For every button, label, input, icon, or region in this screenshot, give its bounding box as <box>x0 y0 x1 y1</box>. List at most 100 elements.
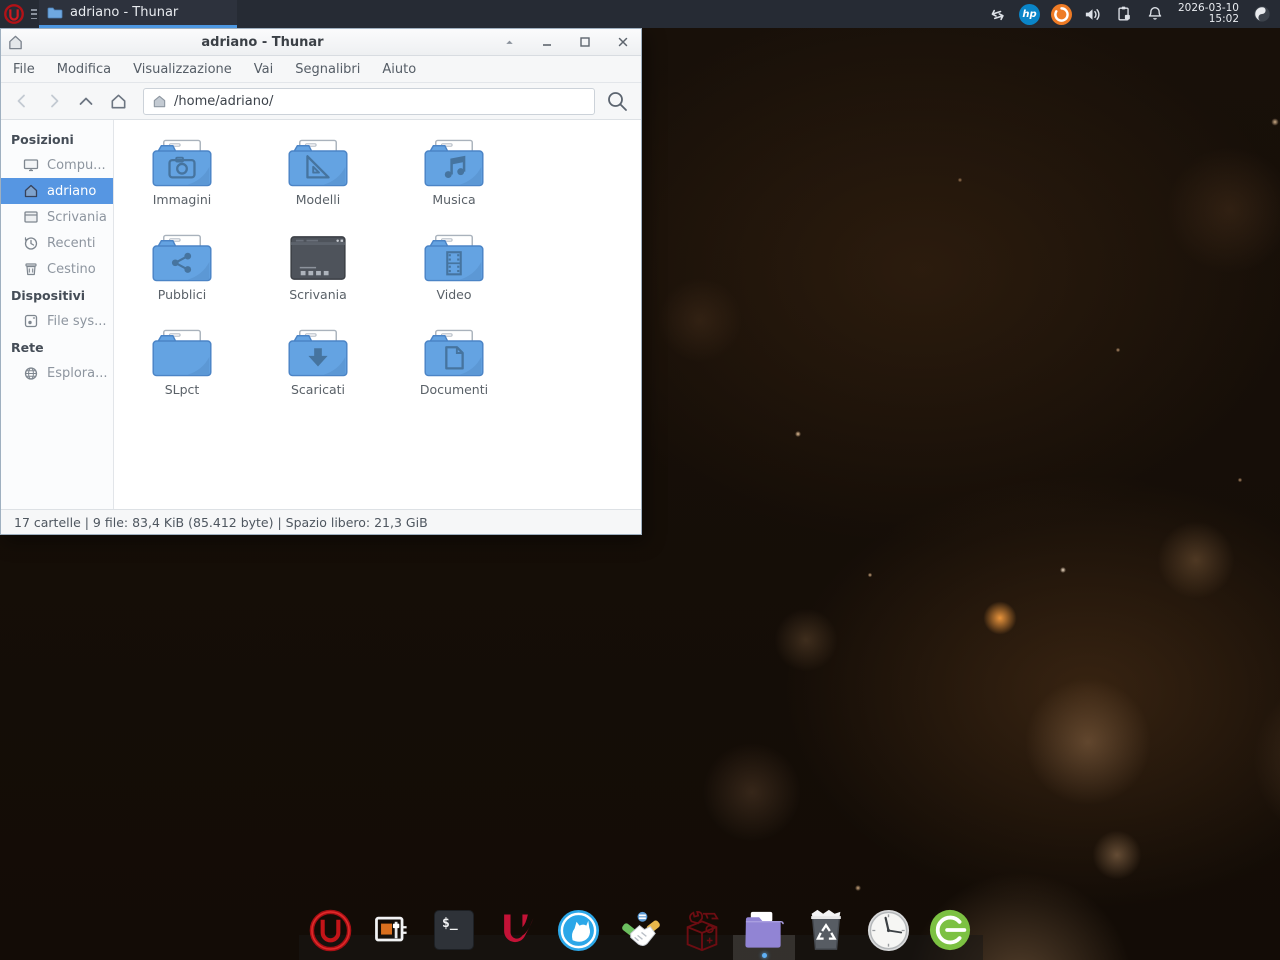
dock-item-trash[interactable] <box>795 900 857 960</box>
maximize-button[interactable] <box>577 34 593 50</box>
dock-item-clock[interactable] <box>857 900 919 960</box>
update-icon[interactable] <box>1051 4 1072 25</box>
back-button[interactable] <box>9 88 35 114</box>
folder-template-icon <box>287 139 349 187</box>
top-panel: adriano - Thunar hp <box>0 0 1280 28</box>
dock-item-wolf-browser[interactable] <box>547 900 609 960</box>
path-bar[interactable]: /home/adriano/ <box>143 88 595 115</box>
hp-icon[interactable]: hp <box>1019 4 1040 25</box>
up-button[interactable] <box>73 88 99 114</box>
menu-modifica[interactable]: Modifica <box>57 62 111 77</box>
file-manager-icon <box>742 908 787 953</box>
sidebar-item-adriano[interactable]: adriano <box>1 178 113 204</box>
sidebar-item-esplora[interactable]: Esplora... <box>1 360 113 386</box>
thunar-window: adriano - Thunar File Modifica Visualizz… <box>0 28 642 535</box>
sidebar-item-computer[interactable]: Compu... <box>1 152 113 178</box>
sidebar: Posizioni Compu... adriano <box>1 120 114 509</box>
volume-icon[interactable] <box>1083 4 1103 24</box>
computer-icon <box>23 157 39 173</box>
folder-label: Pubblici <box>158 287 206 302</box>
home-button[interactable] <box>105 88 131 114</box>
folder-slpct[interactable]: SLpct <box>114 322 250 417</box>
taskbar-window-button[interactable]: adriano - Thunar <box>39 0 237 28</box>
sidebar-item-cestino[interactable]: Cestino <box>1 256 113 282</box>
dock-item-logout[interactable] <box>919 900 981 960</box>
trash-icon <box>23 261 39 277</box>
sidebar-header-dispositivi: Dispositivi <box>1 282 113 308</box>
sidebar-item-filesystem[interactable]: File sys... <box>1 308 113 334</box>
taskbar-window-title: adriano - Thunar <box>70 5 178 20</box>
menu-file[interactable]: File <box>13 62 35 77</box>
menu-visualizzazione[interactable]: Visualizzazione <box>133 62 232 77</box>
shade-button[interactable] <box>501 34 517 50</box>
folder-music-icon <box>423 139 485 187</box>
menu-aiuto[interactable]: Aiuto <box>382 62 416 77</box>
folder-share-icon <box>151 234 213 282</box>
system-tray: hp <box>988 3 1280 26</box>
dock-item-handshake[interactable] <box>609 900 671 960</box>
dock-item-terminal[interactable]: $_ <box>423 900 485 960</box>
folder-modelli[interactable]: Modelli <box>250 132 386 227</box>
sidebar-item-scrivania[interactable]: Scrivania <box>1 204 113 230</box>
folder-documenti[interactable]: Documenti <box>386 322 522 417</box>
search-button[interactable] <box>601 86 633 116</box>
window-title: adriano - Thunar <box>24 35 501 50</box>
panel-clock[interactable]: 2026-03-10 15:02 <box>1176 3 1241 26</box>
clipboard-icon[interactable] <box>1114 4 1134 24</box>
folder-pubblici[interactable]: Pubblici <box>114 227 250 322</box>
bell-icon[interactable] <box>1145 4 1165 24</box>
dock-item-panel-settings[interactable] <box>361 900 423 960</box>
folder-download-icon <box>287 329 349 377</box>
folder-label: Modelli <box>296 192 340 207</box>
folder-scrivania[interactable]: Scrivania <box>250 227 386 322</box>
dock-item-slackel[interactable] <box>299 900 361 960</box>
search-icon <box>605 89 629 113</box>
forward-button[interactable] <box>41 88 67 114</box>
menu-segnalibri[interactable]: Segnalibri <box>295 62 360 77</box>
folder-film-icon <box>423 234 485 282</box>
folder-musica[interactable]: Musica <box>386 132 522 227</box>
trash-full-icon <box>804 908 848 952</box>
desktop-icon <box>23 209 39 225</box>
minimize-button[interactable] <box>539 34 555 50</box>
logout-icon <box>928 908 972 952</box>
folder-label: Musica <box>432 192 475 207</box>
sidebar-item-label: Compu... <box>47 158 106 173</box>
panel-handle-icon[interactable] <box>29 6 39 22</box>
window-titlebar[interactable]: adriano - Thunar <box>1 29 641 56</box>
path-text: /home/adriano/ <box>174 94 273 109</box>
folder-label: Scrivania <box>289 287 347 302</box>
dock-item-uget[interactable] <box>485 900 547 960</box>
clock-icon <box>866 908 911 953</box>
sidebar-item-label: Scrivania <box>47 210 107 225</box>
folder-video[interactable]: Video <box>386 227 522 322</box>
handshake-icon <box>618 908 663 953</box>
menubar: File Modifica Visualizzazione Vai Segnal… <box>1 56 641 83</box>
folder-immagini[interactable]: Immagini <box>114 132 250 227</box>
terminal-icon: $_ <box>434 910 474 950</box>
window-home-icon <box>7 34 24 51</box>
home-icon <box>23 183 39 199</box>
folder-document-icon <box>423 329 485 377</box>
sidebar-header-posizioni: Posizioni <box>1 126 113 152</box>
sidebar-item-label: adriano <box>47 184 96 199</box>
folder-label: Scaricati <box>291 382 345 397</box>
swap-arrows-icon[interactable] <box>988 4 1008 24</box>
folder-label: Documenti <box>420 382 488 397</box>
yin-yang-icon[interactable] <box>1252 4 1272 24</box>
folder-icon <box>47 6 63 20</box>
close-button[interactable] <box>615 34 631 50</box>
clock-time: 15:02 <box>1178 14 1239 26</box>
sidebar-item-label: Recenti <box>47 236 96 251</box>
dock-item-toolbox[interactable] <box>671 900 733 960</box>
menu-vai[interactable]: Vai <box>254 62 273 77</box>
dock-item-file-manager[interactable] <box>733 900 795 960</box>
wolf-browser-icon <box>556 908 601 953</box>
folder-scaricati[interactable]: Scaricati <box>250 322 386 417</box>
slackel-menu-button[interactable] <box>3 3 25 25</box>
recent-icon <box>23 235 39 251</box>
folder-label: SLpct <box>165 382 200 397</box>
sidebar-item-recenti[interactable]: Recenti <box>1 230 113 256</box>
sidebar-item-label: Esplora... <box>47 366 108 381</box>
sidebar-item-label: File sys... <box>47 314 107 329</box>
